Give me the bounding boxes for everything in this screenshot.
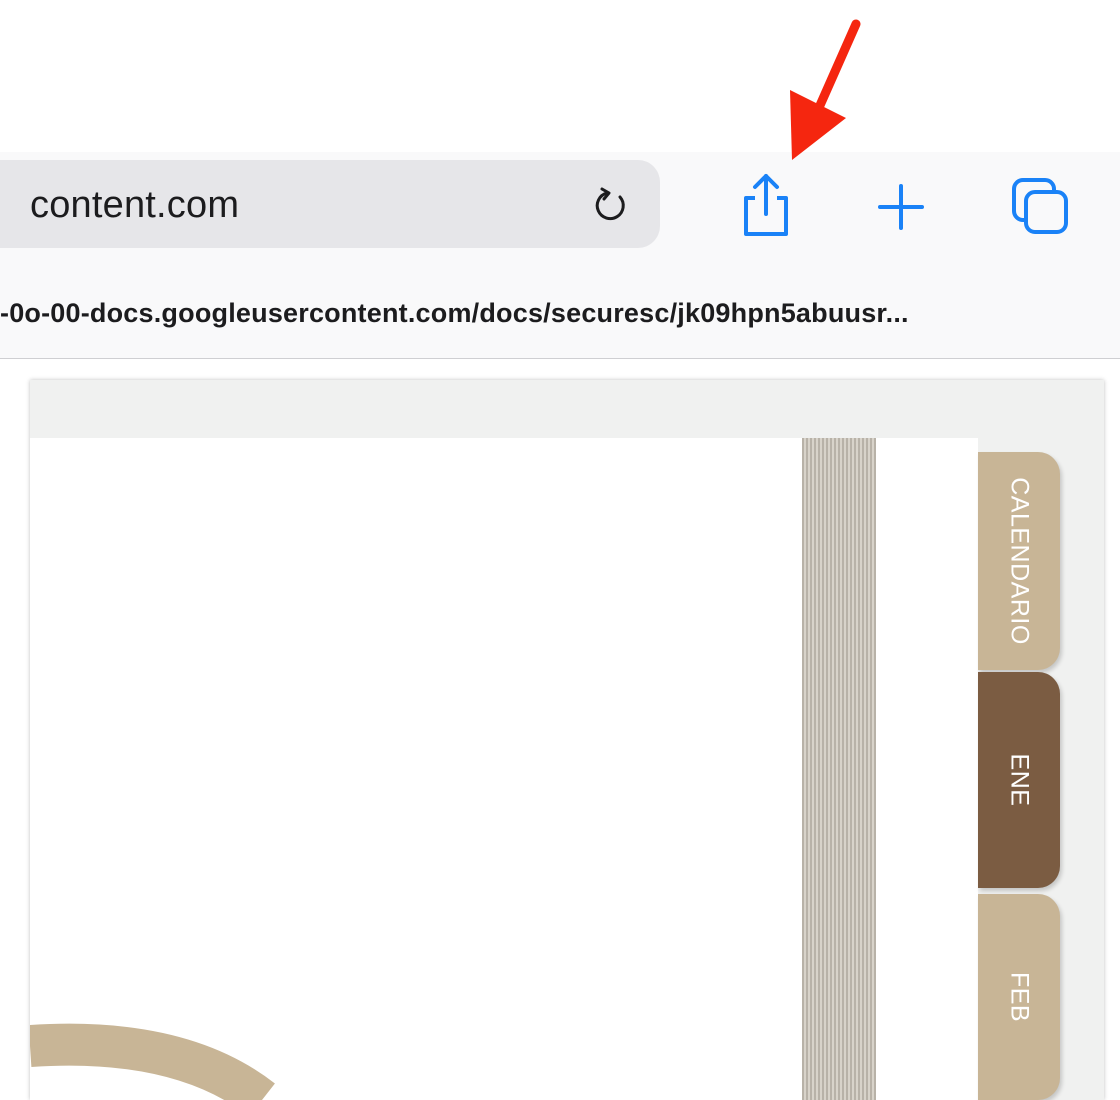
decorative-arc — [30, 1023, 275, 1100]
tab-label: FEB — [1005, 971, 1034, 1023]
page-edge-stripes — [802, 438, 876, 1100]
share-icon[interactable] — [738, 172, 794, 238]
red-arrow-annotation — [790, 19, 861, 160]
tab-feb[interactable]: FEB — [978, 894, 1060, 1100]
reload-icon[interactable] — [590, 184, 634, 228]
tab-label: CALENDARIO — [1005, 477, 1034, 645]
browser-toolbar: content.com -0o-00-docs.googleuserconten… — [0, 152, 1120, 359]
full-url-text: -0o-00-docs.googleusercontent.com/docs/s… — [0, 298, 909, 328]
plus-icon[interactable] — [876, 182, 926, 232]
document-page — [30, 438, 978, 1100]
tab-calendario[interactable]: CALENDARIO — [978, 452, 1060, 670]
tab-ene[interactable]: ENE — [978, 672, 1060, 888]
address-bar[interactable]: content.com — [0, 160, 660, 248]
address-bar-text[interactable]: content.com — [30, 184, 239, 227]
tabs-icon[interactable] — [1008, 176, 1072, 240]
document-viewer: CALENDARIO ENE FEB — [30, 380, 1104, 1100]
tab-label: ENE — [1005, 753, 1034, 807]
